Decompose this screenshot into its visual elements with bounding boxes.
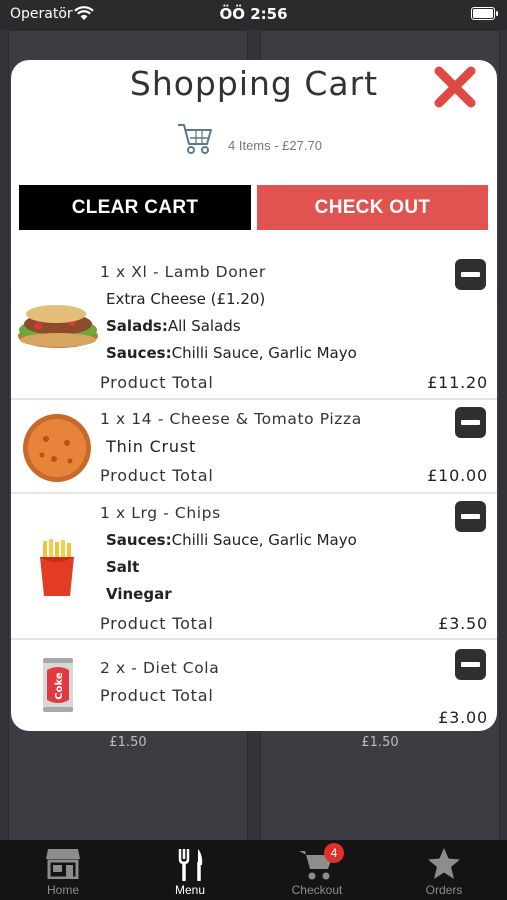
status-bar: Operatör ÖÖ 2:56	[0, 0, 507, 30]
product-total-value: £10.00	[427, 466, 488, 485]
tab-menu[interactable]: Menu	[127, 840, 253, 900]
cutlery-icon	[178, 849, 203, 881]
doner-kebab-icon	[18, 305, 98, 348]
store-icon	[46, 849, 80, 879]
tab-orders[interactable]: Orders	[381, 840, 507, 900]
remove-item-button[interactable]	[455, 501, 486, 532]
item-option: Extra Cheese (£1.20)	[106, 290, 266, 308]
tab-label: Home	[46, 883, 79, 897]
remove-item-button[interactable]	[455, 407, 486, 438]
item-name: 1 x Xl - Lamb Doner	[100, 263, 266, 281]
tab-label: Menu	[174, 883, 206, 897]
product-total-label: Product Total	[100, 686, 214, 705]
item-option: Salads:All Salads	[106, 317, 241, 335]
remove-item-button[interactable]	[455, 649, 486, 680]
diet-cola-can-icon: Coke	[43, 658, 73, 712]
product-total-label: Product Total	[100, 373, 214, 392]
pizza-icon	[23, 414, 91, 482]
chips-icon	[40, 539, 74, 596]
item-name: 1 x 14 - Cheese & Tomato Pizza	[100, 410, 362, 428]
tab-home[interactable]: Home	[0, 840, 126, 900]
product-total-value: £3.00	[438, 708, 488, 727]
battery-icon	[471, 7, 498, 20]
cart-item: 1 x 14 - Cheese & Tomato Pizza Thin Crus…	[11, 400, 497, 494]
close-icon	[434, 66, 476, 108]
close-button[interactable]	[431, 63, 479, 111]
cart-summary: 4 Items - £27.70	[11, 120, 497, 156]
item-option: Vinegar	[106, 585, 172, 603]
svg-text:Coke: Coke	[54, 672, 65, 700]
item-option: Sauces:Chilli Sauce, Garlic Mayo	[106, 531, 357, 549]
menu-card-price: £1.50	[361, 735, 399, 750]
item-name: 1 x Lrg - Chips	[100, 504, 221, 522]
item-option: Salt	[106, 558, 140, 576]
cart-count-badge: 4	[324, 843, 344, 863]
remove-item-button[interactable]	[455, 259, 486, 290]
product-total-label: Product Total	[100, 466, 214, 485]
clear-cart-button[interactable]: CLEAR CART	[19, 185, 251, 230]
tab-bar: Home Menu 4 Checkout Orders	[0, 840, 507, 900]
cart-icon	[178, 124, 212, 154]
product-total-value: £11.20	[427, 373, 488, 392]
cart-summary-text: 4 Items - £27.70	[228, 138, 322, 153]
menu-card-price: £1.50	[109, 735, 147, 750]
tab-label: Checkout	[291, 883, 343, 897]
product-total-value: £3.50	[438, 614, 488, 633]
item-option: Sauces:Chilli Sauce, Garlic Mayo	[106, 344, 357, 362]
tab-checkout[interactable]: 4 Checkout	[254, 840, 380, 900]
cart-item: 1 x Xl - Lamb Doner Extra Cheese (£1.20)…	[11, 250, 497, 400]
item-name: 2 x - Diet Cola	[100, 659, 220, 677]
star-icon	[428, 848, 460, 879]
clock: ÖÖ 2:56	[219, 5, 288, 23]
cart-item: 1 x Lrg - Chips Sauces:Chilli Sauce, Gar…	[11, 494, 497, 640]
shopping-cart-modal: Shopping Cart 4 Items - £27.70 CLEAR CAR…	[11, 60, 497, 731]
tab-label: Orders	[425, 883, 463, 897]
modal-title: Shopping Cart	[129, 64, 379, 103]
cart-item: Coke 2 x - Diet Cola Product Total £3.00	[11, 640, 497, 731]
product-total-label: Product Total	[100, 614, 214, 633]
check-out-button[interactable]: CHECK OUT	[257, 185, 488, 230]
item-option: Thin Crust	[106, 437, 197, 456]
